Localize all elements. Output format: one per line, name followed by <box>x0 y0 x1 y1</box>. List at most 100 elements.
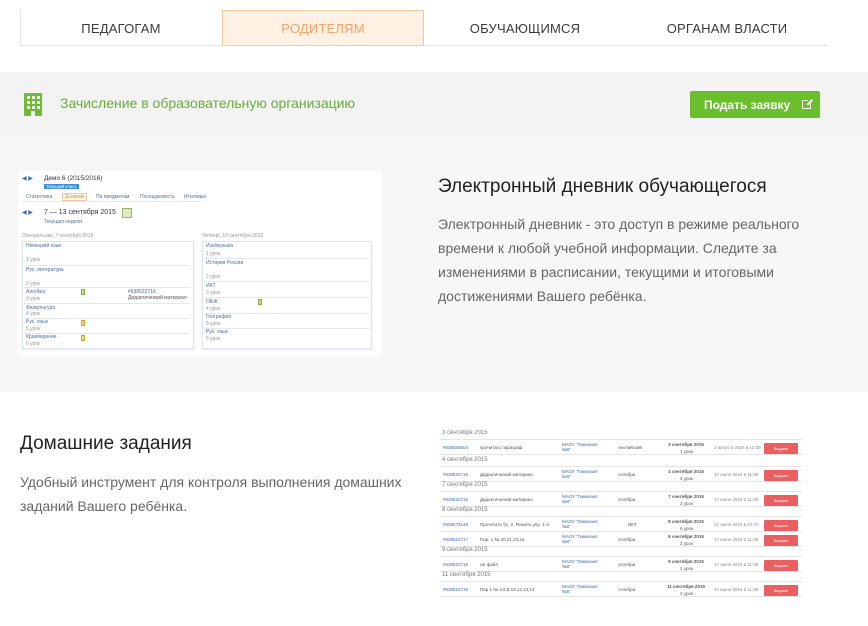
hw-issued: 17 июля 2015 в 11:38 <box>714 472 759 477</box>
diary-lesson-num: 3 урок <box>26 296 41 302</box>
hw-id: #638555604 <box>443 445 469 450</box>
hw-status-button[interactable]: Выдано <box>764 443 798 454</box>
hw-lesson: 3 урок <box>680 591 693 596</box>
apply-button-label: Подать заявку <box>704 97 791 112</box>
hw-issued: 17 июля 2015 в 11:38 <box>714 537 759 542</box>
hw-due: 7 сентября 2015 <box>668 494 704 499</box>
hw-date-heading: 11 сентября 2015 <box>442 572 491 578</box>
hw-issued: 17 июля 2015 в 11:38 <box>714 562 759 567</box>
hw-row: #638522717 Пар. 1 № 20,21,23,24 МАОУ "Ги… <box>440 531 802 547</box>
hw-lesson: 1 урок <box>680 449 693 454</box>
tab-parents[interactable]: РОДИТЕЛЯМ <box>222 10 424 46</box>
diary-lesson-num: 2 урок <box>206 274 221 280</box>
hw-school: МАОУ "Гимназия №6" <box>562 519 598 529</box>
hw-task: Пар. 1 № 20,21,23,24 <box>480 537 525 542</box>
calendar-icon <box>122 208 132 218</box>
hw-id: #638522719 <box>443 587 469 592</box>
hw-due: 8 сентября 2015 <box>668 519 704 524</box>
homework-title: Домашние задания <box>20 433 192 454</box>
tab-teachers[interactable]: ПЕДАГОГАМ <box>20 10 222 46</box>
hw-subject: Алгебра <box>618 472 636 477</box>
diary-week-nav-icon: ◀ ▶ <box>22 210 33 216</box>
hw-row: #638522716 Дидактический материал МАОУ "… <box>440 466 802 482</box>
hw-status-button[interactable]: Выдано <box>764 535 798 546</box>
hw-date-heading: 8 сентября 2015 <box>442 507 488 513</box>
diary-tab: Итоговые <box>184 194 207 200</box>
hw-school: МАОУ "Гимназия №6" <box>562 442 598 452</box>
enrollment-banner: Зачисление в образовательную организацию… <box>0 72 868 136</box>
hw-row: #638522716 Дидактический материал МАОУ "… <box>440 491 802 507</box>
hw-subject: Английский <box>618 445 642 450</box>
hw-due: 3 сентября 2015 <box>668 442 704 447</box>
grade-mark-icon <box>81 289 85 295</box>
diary-lesson-name: История России <box>206 260 244 266</box>
hw-row: #638522719 Пар 1 № 4,6,8,10,12,13,14 МАО… <box>440 581 802 597</box>
diary-lesson-name: Краеведение <box>26 334 57 340</box>
diary-lesson-name: Немецкий язык <box>26 243 62 249</box>
hw-id: #638522718 <box>443 562 469 567</box>
diary-day-title: Понедельник, 7 сентября 2015 <box>22 233 94 239</box>
diary-tab: Посещаемость <box>140 194 175 200</box>
hw-task: Пар 1 № 4,6,8,10,12,13,14 <box>480 587 535 592</box>
hw-task: прочитать параграф <box>480 445 523 450</box>
external-link-icon <box>802 98 813 109</box>
hw-status-button[interactable]: Выдано <box>764 560 798 571</box>
diary-screenshot: ◀ ▶ Демо 6 (2015/2016) Текущий класс Ста… <box>18 171 382 356</box>
hw-row: #638573148 Прочитать §1, 2. Решить упр. … <box>440 516 802 532</box>
diary-lesson-name: ИКТ <box>206 283 216 289</box>
diary-section: ◀ ▶ Демо 6 (2015/2016) Текущий класс Ста… <box>0 136 868 392</box>
hw-row: #638555604 прочитать параграф МАОУ "Гимн… <box>440 439 802 455</box>
hw-due: 11 сентября 2015 <box>667 584 705 589</box>
hw-status-button[interactable]: Выдано <box>764 470 798 481</box>
diary-week-range: 7 — 13 сентября 2015 <box>44 209 116 216</box>
diary-lesson-num: 4 урок <box>206 306 221 312</box>
hw-id: #638522716 <box>443 472 469 477</box>
hw-subject: Алгебра <box>618 497 636 502</box>
diary-lesson-num: 6 урок <box>206 336 221 342</box>
hw-status-button[interactable]: Выдано <box>764 520 798 531</box>
hw-date-heading: 7 сентября 2015 <box>442 482 488 488</box>
diary-lesson-name: География <box>206 314 231 320</box>
hw-issued: 21 июля 2015 в 10:27 <box>714 522 759 527</box>
tab-authorities[interactable]: ОРГАНАМ ВЛАСТИ <box>626 10 828 46</box>
grade-mark-icon <box>81 335 85 341</box>
diary-lesson-num: 6 урок <box>26 341 41 347</box>
diary-hw-note: Дидактический материал <box>128 295 187 301</box>
hw-due: 4 сентября 2015 <box>668 469 704 474</box>
hw-due: 8 сентября 2015 <box>668 534 704 539</box>
diary-tab: По предметам <box>96 194 130 200</box>
hw-school: МАОУ "Гимназия №6" <box>562 584 598 594</box>
hw-task: Дидактический материал <box>480 472 533 477</box>
diary-student-name: Демо 6 (2015/2016) <box>44 175 103 182</box>
hw-id: #638522717 <box>443 537 469 542</box>
hw-subject: Алгебра <box>618 587 636 592</box>
diary-lesson-num: 5 урок <box>206 321 221 327</box>
audience-tabs: ПЕДАГОГАМ РОДИТЕЛЯМ ОБУЧАЮЩИМСЯ ОРГАНАМ … <box>20 10 828 46</box>
hw-status-button[interactable]: Выдано <box>764 585 798 596</box>
hw-subject: Алгебра <box>618 562 636 567</box>
hw-task: Прочитать §1, 2. Решить упр. 1-3 <box>480 522 549 527</box>
diary-week-sub: Текущая неделя <box>44 219 82 225</box>
diary-lesson-num: 3 урок <box>206 290 221 296</box>
enrollment-text: Зачисление в образовательную организацию <box>60 95 355 111</box>
diary-title: Электронный дневник обучающегося <box>438 176 767 197</box>
diary-lesson-num: 1 урок <box>26 257 41 263</box>
diary-lesson-name: ОБЖ <box>206 299 218 305</box>
homework-screenshot: 3 сентября 2015 #638555604 прочитать пар… <box>440 430 802 598</box>
diary-class-badge: Текущий класс <box>44 184 79 189</box>
hw-date-heading: 3 сентября 2015 <box>442 430 488 436</box>
diary-lesson-name: Рус. язык <box>26 319 48 325</box>
hw-school: МАОУ "Гимназия №6" <box>562 534 598 544</box>
homework-section: Домашние задания Удобный инструмент для … <box>0 392 868 626</box>
hw-id: #638522716 <box>443 497 469 502</box>
building-icon <box>24 93 42 116</box>
diary-description: Электронный дневник - это доступ в режим… <box>438 216 800 304</box>
hw-lesson: 4 урок <box>680 476 693 481</box>
apply-button[interactable]: Подать заявку <box>690 91 820 118</box>
diary-tab-active: Дневник <box>62 193 88 201</box>
hw-status-button[interactable]: Выдано <box>764 495 798 506</box>
hw-task: см файл <box>480 562 498 567</box>
hw-school: МАОУ "Гимназия №6" <box>562 469 598 479</box>
diary-lesson-num: 4 урок <box>26 311 41 317</box>
tab-students[interactable]: ОБУЧАЮЩИМСЯ <box>424 10 626 46</box>
